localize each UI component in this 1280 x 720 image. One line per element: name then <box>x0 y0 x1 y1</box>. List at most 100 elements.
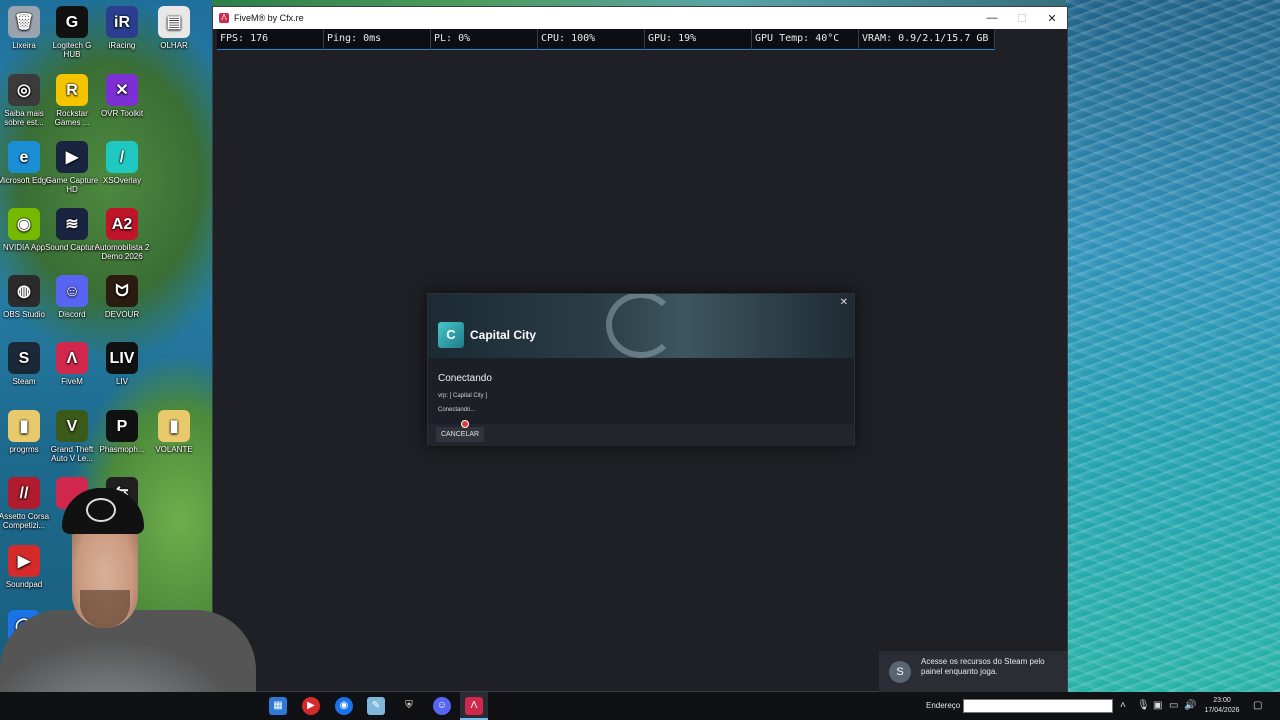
steam-notification-text: Acesse os recursos do Steam pelo painel … <box>921 657 1045 676</box>
performance-overlay: FPS: 176 Ping: 0ms PL: 0% CPU: 100% GPU:… <box>217 29 995 50</box>
clock-time: 23:00 <box>1213 697 1231 704</box>
server-name: Capital City <box>470 328 537 342</box>
steam-icon: S <box>889 661 911 683</box>
desktop-icon[interactable]: ✕ OVR Toolkit <box>94 74 150 118</box>
desktop-icon[interactable]: G Logitech G HUB <box>44 6 100 59</box>
desktop-icon-label: OVR Toolkit <box>100 109 144 118</box>
window-title: FiveM® by Cfx.re <box>234 13 304 23</box>
desktop-icon-label: XSOverlay <box>102 176 142 185</box>
dialog-footer: CANCELAR <box>428 420 854 446</box>
desktop-app-icon: ▮ <box>158 410 190 442</box>
microphone-icon[interactable]: 🎙 <box>1137 700 1150 711</box>
dialog-heading: Conectando <box>438 373 492 384</box>
network-icon[interactable]: ▭ <box>1169 700 1178 711</box>
desktop-app-icon: // <box>8 477 40 509</box>
tray-app-icon[interactable]: ▣ <box>1153 700 1162 711</box>
desktop-icon[interactable]: ≋ Sound Capture <box>44 208 100 252</box>
close-button[interactable]: ✕ <box>1037 12 1067 25</box>
volume-icon[interactable]: 🔊 <box>1184 700 1196 711</box>
desktop-app-icon: G <box>56 6 88 38</box>
connect-dialog: ✕ C Capital City Conectando vrp: [ Capit… <box>427 293 855 446</box>
desktop-app-icon: 🗑 <box>8 6 40 38</box>
gpu-temp-readout: GPU Temp: 40°C <box>752 29 859 50</box>
soundpad-taskbar-icon[interactable]: ▶ <box>302 697 320 715</box>
desktop-icon-label: Game Capture HD <box>45 176 99 194</box>
desktop-icon[interactable]: iR iRacing <box>94 6 150 50</box>
desktop-icon-label: Automobilista 2 Demo 2026 <box>94 243 150 261</box>
vram-readout: VRAM: 0.9/2.1/15.7 GB <box>859 29 995 50</box>
desktop-app-icon: ▤ <box>158 6 190 38</box>
desktop-icon[interactable]: ▶ Soundpad <box>0 545 52 589</box>
cpu-readout: CPU: 100% <box>538 29 645 50</box>
desktop-app-icon: ◎ <box>8 74 40 106</box>
system-clock[interactable]: 23:00 17/04/2026 <box>1200 696 1244 716</box>
notification-center-icon[interactable]: ▢ <box>1253 700 1262 711</box>
wallpaper-sea <box>1066 0 1280 692</box>
desktop-app-icon: S <box>8 342 40 374</box>
desktop-app-icon: ◉ <box>8 208 40 240</box>
maximize-button[interactable]: ☐ <box>1007 12 1037 25</box>
fivem-window: Λ FiveM® by Cfx.re — ☐ ✕ FPS: 176 Ping: … <box>212 6 1068 692</box>
desktop-icon[interactable]: Λ FiveM <box>44 342 100 386</box>
gpu-readout: GPU: 19% <box>645 29 752 50</box>
status-line-progress: Conectando... <box>438 407 476 413</box>
desktop-icon-label: FiveM <box>61 377 83 386</box>
cursor-stop-icon <box>461 420 469 428</box>
chrome-taskbar-icon[interactable]: ◉ <box>335 697 353 715</box>
dialog-close-icon[interactable]: ✕ <box>840 297 848 308</box>
desktop-app-icon: ✕ <box>106 74 138 106</box>
steam-notification[interactable]: S Acesse os recursos do Steam pelo paine… <box>879 651 1067 692</box>
desktop-icon[interactable]: ᗢ DEVOUR <box>94 275 150 319</box>
desktop-icon[interactable]: / XSOverlay <box>94 141 150 185</box>
desktop-app-icon: Λ <box>56 342 88 374</box>
desktop-icon[interactable]: A2 Automobilista 2 Demo 2026 <box>94 208 150 261</box>
window-titlebar[interactable]: Λ FiveM® by Cfx.re — ☐ ✕ <box>213 7 1067 29</box>
packet-loss-readout: PL: 0% <box>431 29 538 50</box>
desktop-icon[interactable]: ☺ Discord <box>44 275 100 319</box>
server-logo-icon: C <box>438 322 464 348</box>
desktop-app-icon: A2 <box>106 208 138 240</box>
discord-taskbar-icon[interactable]: ☺ <box>433 697 451 715</box>
calculator-taskbar-icon[interactable]: ▦ <box>269 697 287 715</box>
desktop-app-icon: ≋ <box>56 208 88 240</box>
cancel-button[interactable]: CANCELAR <box>436 427 484 442</box>
desktop-icon-label: DEVOUR <box>104 310 140 319</box>
desktop-icon-label: Phasmoph... <box>99 445 145 454</box>
address-input[interactable] <box>963 699 1113 713</box>
desktop-app-icon: e <box>8 141 40 173</box>
desktop-icon[interactable]: P Phasmoph... <box>94 410 150 454</box>
desktop-app-icon: ▮ <box>8 410 40 442</box>
desktop-icon-label: OLHAR <box>160 41 188 50</box>
address-label: Endereço <box>926 701 961 710</box>
desktop-icon[interactable]: ▮ VOLANTE <box>146 410 202 454</box>
fivem-taskbar-icon[interactable]: Λ <box>465 697 483 715</box>
desktop-app-icon: ▶ <box>56 141 88 173</box>
desktop-icon-label: Discord <box>58 310 86 319</box>
fivem-icon: Λ <box>219 13 229 23</box>
desktop-icon-label: LIV <box>115 377 128 386</box>
desktop-icon-label: Logitech G HUB <box>52 41 92 59</box>
desktop-icon-label: iRacing <box>108 41 136 50</box>
taskbar: ▦ ▶ ◉ ✎ ⛨ ☺ Λ Endereço ˄ 🎙 ▣ ▭ 🔊 23:00 1… <box>0 692 1280 720</box>
desktop-icon-label: Rockstar Games ... <box>54 109 90 127</box>
desktop-app-icon: iR <box>106 6 138 38</box>
desktop-icon[interactable]: R Rockstar Games ... <box>44 74 100 127</box>
desktop-icon[interactable]: ▶ Game Capture HD <box>44 141 100 194</box>
security-taskbar-icon[interactable]: ⛨ <box>400 697 418 715</box>
desktop-app-icon: V <box>56 410 88 442</box>
desktop-icon[interactable]: V Grand Theft Auto V Le... <box>44 410 100 463</box>
desktop-icon-label: Assetto Corsa Competizi... <box>0 512 50 530</box>
desktop-icon-label: VOLANTE <box>155 445 193 454</box>
ping-readout: Ping: 0ms <box>324 29 431 50</box>
minimize-button[interactable]: — <box>977 12 1007 25</box>
fps-readout: FPS: 176 <box>217 29 324 50</box>
desktop-icon[interactable]: ▤ OLHAR <box>146 6 202 50</box>
desktop-app-icon: LIV <box>106 342 138 374</box>
desktop-icon-label: Grand Theft Auto V Le... <box>50 445 94 463</box>
notepad-taskbar-icon[interactable]: ✎ <box>367 697 385 715</box>
chevron-up-icon[interactable]: ˄ <box>1120 700 1126 711</box>
desktop-app-icon: P <box>106 410 138 442</box>
desktop-app-icon: ◍ <box>8 275 40 307</box>
server-banner <box>428 294 854 358</box>
desktop-icon[interactable]: LIV LIV <box>94 342 150 386</box>
